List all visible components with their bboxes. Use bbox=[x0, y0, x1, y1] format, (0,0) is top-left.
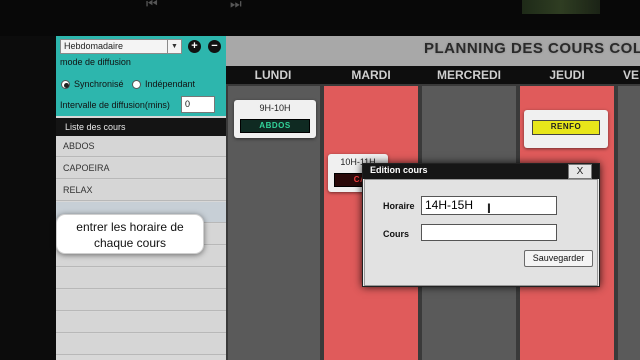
sidebar: Hebdomadaire ▼ + − mode de diffusion Syn… bbox=[56, 36, 226, 360]
list-item[interactable] bbox=[56, 268, 226, 289]
tooltip-line-2: chaque cours bbox=[93, 236, 167, 250]
day-header-lundi: LUNDI bbox=[254, 68, 292, 82]
day-header-mardi: MARDI bbox=[351, 68, 391, 82]
close-button[interactable]: X bbox=[568, 164, 592, 179]
course-slot[interactable]: 9H-10H ABDOS bbox=[234, 100, 316, 138]
cours-label: Cours bbox=[383, 229, 410, 239]
tutorial-tooltip: entrer les horaire de chaque cours bbox=[56, 214, 204, 254]
list-item[interactable]: RELAX bbox=[56, 180, 226, 201]
radio-synchronise[interactable] bbox=[61, 80, 70, 89]
interval-label: Intervalle de diffusion(mins) bbox=[60, 100, 170, 110]
course-list-header: Liste des cours bbox=[56, 118, 226, 136]
edit-course-dialog: Edition cours X Horaire 14H-15H Cours Sa… bbox=[362, 163, 600, 287]
video-thumbnail bbox=[522, 0, 600, 14]
tooltip-line-1: entrer les horaire de bbox=[76, 220, 184, 234]
day-column-vendredi[interactable] bbox=[618, 86, 640, 360]
list-item[interactable] bbox=[56, 334, 226, 355]
period-select[interactable]: Hebdomadaire ▼ bbox=[60, 39, 182, 54]
dialog-body: Horaire 14H-15H Cours bbox=[364, 179, 598, 286]
calendar-title: PLANNING DES COURS COLL bbox=[424, 40, 640, 57]
day-header-jeudi: JEUDI bbox=[549, 68, 585, 82]
text-cursor-icon: I bbox=[487, 200, 491, 216]
skip-back-icon[interactable]: ⏮ bbox=[146, 0, 158, 12]
horaire-label: Horaire bbox=[383, 201, 415, 211]
radio-synchronise-label: Synchronisé bbox=[74, 79, 124, 89]
skip-forward-icon[interactable]: ⏭ bbox=[230, 0, 242, 12]
media-toolbar: ⏮ ⏭ bbox=[0, 0, 640, 36]
period-select-value: Hebdomadaire bbox=[64, 41, 124, 51]
interval-input[interactable]: 0 bbox=[181, 96, 215, 113]
slot-course: ABDOS bbox=[240, 119, 310, 133]
add-course-button[interactable]: + bbox=[188, 40, 201, 53]
slot-course: RENFO bbox=[532, 120, 600, 135]
slot-time: 9H-10H bbox=[259, 103, 291, 113]
remove-course-button[interactable]: − bbox=[208, 40, 221, 53]
list-item[interactable] bbox=[56, 312, 226, 333]
settings-panel: Hebdomadaire ▼ + − mode de diffusion Syn… bbox=[56, 36, 226, 116]
dialog-title: Edition cours bbox=[370, 165, 428, 175]
cours-input[interactable] bbox=[421, 224, 557, 241]
day-header-vendredi: VE bbox=[622, 68, 639, 82]
list-item[interactable]: ABDOS bbox=[56, 136, 226, 157]
course-slot[interactable]: RENFO bbox=[524, 110, 608, 148]
radio-independant[interactable] bbox=[132, 80, 141, 89]
radio-independant-label: Indépendant bbox=[145, 79, 196, 89]
day-header-mercredi: MERCREDI bbox=[436, 68, 501, 82]
chevron-down-icon: ▼ bbox=[167, 40, 181, 53]
diffusion-mode-label: mode de diffusion bbox=[60, 57, 131, 67]
list-item[interactable]: CAPOEIRA bbox=[56, 158, 226, 179]
save-button[interactable]: Sauvegarder bbox=[524, 250, 593, 267]
list-item[interactable] bbox=[56, 290, 226, 311]
